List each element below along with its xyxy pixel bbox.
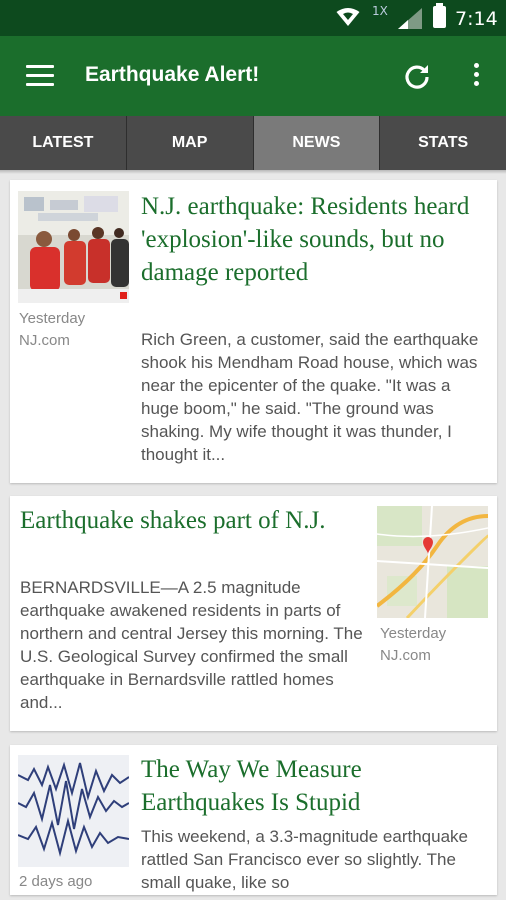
status-bar: 1X 7:14	[0, 0, 506, 36]
tab-stats[interactable]: STATS	[380, 116, 506, 170]
article-snippet: This weekend, a 3.3-magnitude earthquake…	[141, 827, 468, 892]
news-card[interactable]: Earthquake shakes part of N.J. BERNARDSV…	[10, 496, 497, 731]
article-time: Yesterday	[19, 310, 86, 327]
article-snippet: BERNARDSVILLE—A 2.5 magnitude earthquake…	[20, 578, 363, 712]
signal-icon	[398, 8, 422, 29]
article-snippet: Rich Green, a customer, said the earthqu…	[141, 330, 479, 464]
article-thumbnail	[18, 191, 129, 303]
tab-map[interactable]: MAP	[127, 116, 254, 170]
article-source: NJ.com	[19, 332, 70, 349]
article-headline: Earthquake shakes part of N.J.	[20, 507, 326, 534]
article-time: 2 days ago	[19, 873, 93, 890]
map-thumbnail	[377, 506, 488, 618]
clock: 7:14	[455, 8, 498, 30]
news-card[interactable]: N.J. earthquake: Residents heard 'explos…	[10, 180, 497, 483]
more-options-icon[interactable]	[466, 60, 486, 92]
network-type-label: 1X	[372, 4, 388, 18]
battery-icon	[433, 3, 446, 28]
article-headline: The Way We Measure Earthquakes Is Stupid	[141, 756, 362, 816]
article-source: NJ.com	[380, 647, 431, 664]
app-title: Earthquake Alert!	[85, 63, 260, 86]
tab-news[interactable]: NEWS	[253, 116, 381, 170]
app-bar: Earthquake Alert!	[0, 36, 506, 116]
menu-icon[interactable]	[26, 65, 54, 87]
wifi-icon	[336, 8, 360, 26]
tab-shadow	[0, 170, 506, 174]
tab-bar: LATEST MAP NEWS STATS	[0, 116, 506, 170]
refresh-icon[interactable]	[401, 60, 433, 92]
article-time: Yesterday	[380, 625, 447, 642]
tab-latest[interactable]: LATEST	[0, 116, 127, 170]
article-headline: N.J. earthquake: Residents heard 'explos…	[141, 193, 470, 286]
article-meta: 2 days ago	[19, 871, 92, 893]
article-meta: Yesterday NJ.com	[380, 623, 446, 667]
news-card[interactable]: The Way We Measure Earthquakes Is Stupid…	[10, 745, 497, 895]
seismogram-thumbnail	[18, 755, 129, 867]
article-meta: Yesterday NJ.com	[19, 308, 85, 352]
